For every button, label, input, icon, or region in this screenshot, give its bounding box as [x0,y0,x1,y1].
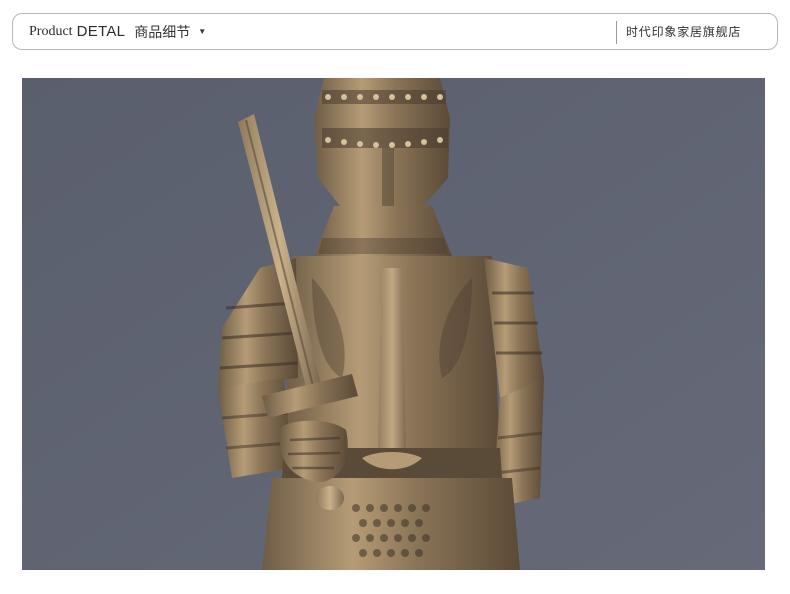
store-name: 时代印象家居旗舰店 [626,25,742,39]
knight-statue-image [22,78,765,570]
detail-label-cn: 商品细节 [134,24,191,41]
section-header: Product DETAL 商品细节 ▼ 时代印象家居旗舰店 [12,13,778,50]
header-divider [616,21,617,44]
dropdown-arrow-icon: ▼ [198,27,207,36]
section-title: Product DETAL 商品细节 ▼ [29,14,206,49]
product-photo [22,78,765,570]
detail-label: DETAL [76,23,126,40]
product-label: Product [29,23,73,39]
